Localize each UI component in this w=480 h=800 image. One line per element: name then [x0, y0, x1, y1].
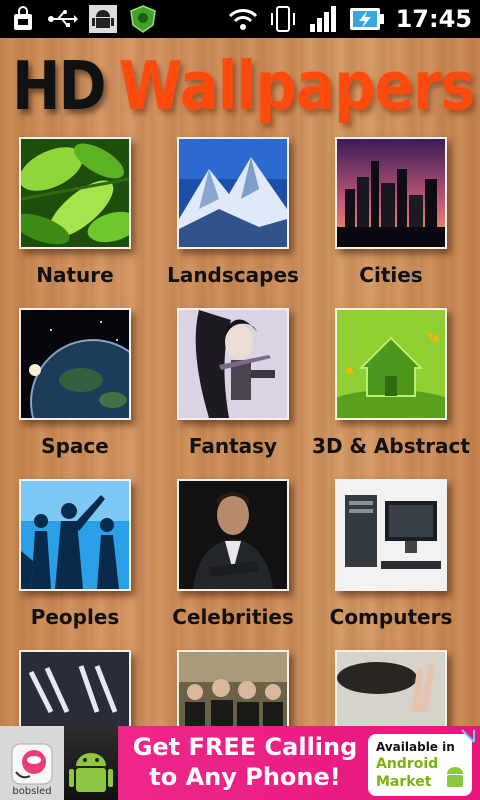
nature-thumbnail[interactable]: [19, 137, 131, 249]
cities-thumbnail[interactable]: [335, 137, 447, 249]
bobsled-logo: bobsled: [0, 726, 64, 800]
fantasy-thumbnail[interactable]: [177, 308, 289, 420]
space-thumbnail[interactable]: [19, 308, 131, 420]
market-line3: Market: [376, 774, 432, 790]
ad-brand: bobsled: [12, 786, 52, 797]
category-label: Nature: [36, 263, 114, 287]
ad-headline-line1: Get FREE Calling: [132, 733, 358, 761]
ad-info-icon[interactable]: [460, 728, 476, 744]
android-market-badge[interactable]: Available in Android Market: [368, 734, 472, 796]
android-market-icon: [447, 767, 463, 787]
category-label: Computers: [329, 605, 453, 629]
3d-abstract-thumbnail[interactable]: [335, 308, 447, 420]
zebra-thumbnail[interactable]: [19, 650, 131, 726]
category-label: Fantasy: [188, 434, 278, 458]
category-label: 3D & Abstract: [312, 434, 470, 458]
market-line1: Available in: [376, 740, 455, 754]
android-robot-icon: [64, 726, 118, 800]
category-grid: Nature Landscapes Cities Space Fantasy 3…: [0, 0, 480, 726]
ad-banner[interactable]: bobsled Get FREE Calling to Any Phone! A…: [0, 726, 480, 800]
hand-thumbnail[interactable]: [335, 650, 447, 726]
category-label: Landscapes: [167, 263, 299, 287]
peoples-thumbnail[interactable]: [19, 479, 131, 591]
celebrities-thumbnail[interactable]: [177, 479, 289, 591]
category-label: Space: [41, 434, 109, 458]
market-line2: Android: [376, 756, 439, 772]
category-label: Cities: [359, 263, 423, 287]
ad-headline: Get FREE Calling to Any Phone!: [130, 732, 360, 792]
movie-thumbnail[interactable]: [177, 650, 289, 726]
computers-thumbnail[interactable]: [335, 479, 447, 591]
ad-headline-line2: to Any Phone!: [149, 763, 341, 791]
landscapes-thumbnail[interactable]: [177, 137, 289, 249]
category-label: Peoples: [30, 605, 120, 629]
category-label: Celebrities: [172, 605, 294, 629]
bobsled-icon: [11, 743, 53, 785]
